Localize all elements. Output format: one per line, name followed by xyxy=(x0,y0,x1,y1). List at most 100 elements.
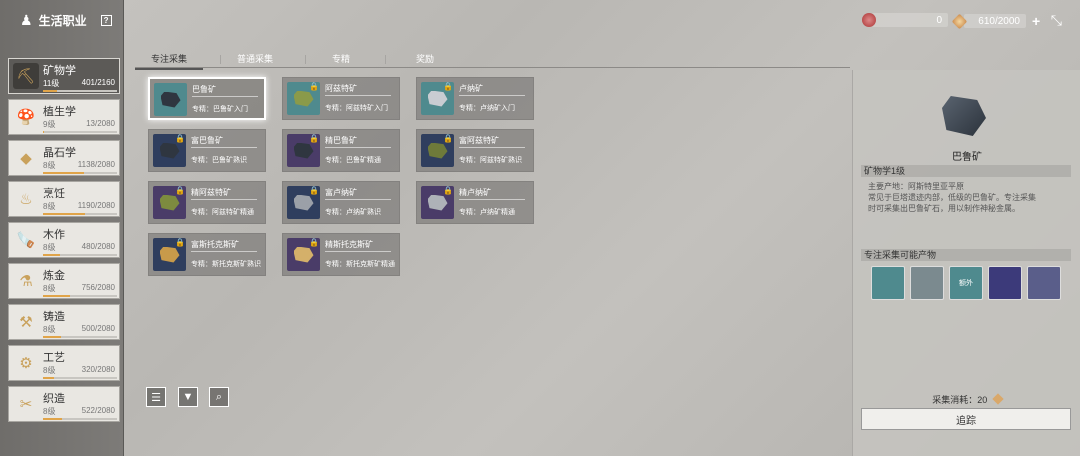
ore-card-desc: 专精：卢纳矿精通 xyxy=(459,209,515,216)
category-name: 织造 xyxy=(43,393,65,405)
filter-icon: ▼ xyxy=(182,391,194,403)
ore-icon xyxy=(427,194,448,211)
category-progress xyxy=(43,336,117,338)
ore-card[interactable]: 🔒 富卢纳矿 专精：卢纳矿熟识 xyxy=(282,181,400,224)
category-progress xyxy=(43,418,117,420)
divider xyxy=(191,251,257,252)
ore-card-desc: 专精：巴鲁矿入门 xyxy=(192,106,248,113)
divider xyxy=(459,95,525,96)
track-button[interactable]: 追踪 xyxy=(861,408,1071,430)
category-exp: 401/2160 xyxy=(81,78,115,87)
ore-card[interactable]: 🔒 富阿兹特矿 专精：阿兹特矿熟识 xyxy=(416,129,534,172)
top-bar: ♟ 生活职业 ? 0 610/2000 + ⤡ xyxy=(0,0,1080,42)
ore-thumb: 🔒 xyxy=(421,82,454,115)
category-info: 晶石学 8级 1138/2080 xyxy=(43,144,117,174)
collapse-icon[interactable]: ⤡ xyxy=(1051,12,1062,29)
divider xyxy=(192,96,258,97)
ore-extra-icon: 额外 xyxy=(959,280,973,287)
filter-button[interactable]: ▼ xyxy=(178,387,198,407)
ore-thumb: 🔒 xyxy=(421,186,454,219)
category-info: 工艺 8级 320/2080 xyxy=(43,349,117,379)
product-slot[interactable] xyxy=(910,266,944,300)
tab-bar: 专注采集 普通采集 专精 奖励 xyxy=(135,52,850,70)
mushroom-icon: 🍄 xyxy=(13,104,39,130)
detail-panel: 巴鲁矿 矿物学1级 主要产地：阿斯特里亚平原 常见于巨塔遗迹内部，低级的巴鲁矿。… xyxy=(852,70,1080,456)
tab-focus-gather[interactable]: 专注采集 xyxy=(135,52,203,70)
search-button[interactable]: ⌕ xyxy=(209,387,229,407)
category-name: 植生学 xyxy=(43,106,76,118)
ore-thumb: 🔒 xyxy=(153,134,186,167)
detail-info-line: 常见于巨塔遗迹内部，低级的巴鲁矿。专注采集 xyxy=(868,193,1036,202)
category-info: 烹饪 8级 1190/2080 xyxy=(43,185,117,215)
category-progress-fill xyxy=(43,295,70,297)
ore-card-name: 富卢纳矿 xyxy=(325,188,357,197)
category-exp: 1190/2080 xyxy=(77,201,115,210)
category-item[interactable]: ◆ 晶石学 8级 1138/2080 xyxy=(8,140,120,176)
lock-icon: 🔒 xyxy=(309,186,319,195)
category-item[interactable]: ✂ 织造 8级 522/2080 xyxy=(8,386,120,422)
add-stamina-button[interactable]: + xyxy=(1032,13,1040,29)
category-level: 9级 xyxy=(43,120,56,129)
category-item[interactable]: ⚒ 铸造 8级 500/2080 xyxy=(8,304,120,340)
divider xyxy=(325,251,391,252)
detail-description: 主要产地：阿斯特里亚平原 常见于巨塔遗迹内部，低级的巴鲁矿。专注采集 时可采集出… xyxy=(868,181,1078,214)
list-view-button[interactable]: ☰ xyxy=(146,387,166,407)
ore-card[interactable]: 🔒 精斯托克斯矿 专精：斯托克斯矿精通 xyxy=(282,233,400,276)
pickaxe-icon: ⛏ xyxy=(13,63,39,89)
ore-card[interactable]: 🔒 富斯托克斯矿 专精：斯托克斯矿熟识 xyxy=(148,233,266,276)
ore-card-name: 精阿兹特矿 xyxy=(191,188,231,197)
ore-icon xyxy=(293,246,314,263)
ore-thumb: 🔒 xyxy=(153,238,186,271)
category-item[interactable]: 🍄 植生学 9级 13/2080 xyxy=(8,99,120,135)
category-progress-fill xyxy=(43,418,62,420)
crystal-icon: ◆ xyxy=(13,145,39,171)
lock-icon: 🔒 xyxy=(443,134,453,143)
category-progress xyxy=(43,295,117,297)
ore-card-name: 阿兹特矿 xyxy=(325,84,357,93)
category-item[interactable]: ⚙ 工艺 8级 320/2080 xyxy=(8,345,120,381)
ore-card-name: 富巴鲁矿 xyxy=(191,136,223,145)
category-level: 8级 xyxy=(43,161,56,170)
category-exp: 1138/2080 xyxy=(77,160,115,169)
category-item[interactable]: 🪚 木作 8级 480/2080 xyxy=(8,222,120,258)
category-exp: 522/2080 xyxy=(81,406,115,415)
product-slot[interactable] xyxy=(1027,266,1061,300)
divider xyxy=(459,199,525,200)
tab-normal-gather[interactable]: 普通采集 xyxy=(221,52,289,68)
ore-thumb: 🔒 xyxy=(421,134,454,167)
ore-card[interactable]: 巴鲁矿 专精：巴鲁矿入门 xyxy=(148,77,266,120)
lock-icon: 🔒 xyxy=(175,186,185,195)
category-item[interactable]: ♨ 烹饪 8级 1190/2080 xyxy=(8,181,120,217)
product-slot[interactable] xyxy=(988,266,1022,300)
tab-mastery[interactable]: 专精 xyxy=(307,52,375,68)
category-item[interactable]: ⚗ 炼金 8级 756/2080 xyxy=(8,263,120,299)
resource-stamina: 610/2000 + xyxy=(951,13,1040,29)
gear-icon: ⚙ xyxy=(13,350,39,376)
ore-card[interactable]: 🔒 精卢纳矿 专精：卢纳矿精通 xyxy=(416,181,534,224)
ore-card[interactable]: 🔒 精阿兹特矿 专精：阿兹特矿精通 xyxy=(148,181,266,224)
product-slot[interactable]: 额外 xyxy=(949,266,983,300)
ore-card[interactable]: 🔒 精巴鲁矿 专精：巴鲁矿精通 xyxy=(282,129,400,172)
energy-icon xyxy=(862,13,876,27)
lock-icon: 🔒 xyxy=(175,238,185,247)
sewing-machine-icon: ✂ xyxy=(13,391,39,417)
category-exp: 500/2080 xyxy=(81,324,115,333)
ore-card[interactable]: 🔒 富巴鲁矿 专精：巴鲁矿熟识 xyxy=(148,129,266,172)
divider xyxy=(459,147,525,148)
lock-icon: 🔒 xyxy=(175,134,185,143)
ore-card[interactable]: 🔒 阿兹特矿 专精：阿兹特矿入门 xyxy=(282,77,400,120)
category-info: 织造 8级 522/2080 xyxy=(43,390,117,420)
cooking-icon: ♨ xyxy=(13,186,39,212)
tab-rewards[interactable]: 奖励 xyxy=(391,52,459,68)
product-slot[interactable] xyxy=(871,266,905,300)
category-exp: 756/2080 xyxy=(81,283,115,292)
category-level: 8级 xyxy=(43,407,56,416)
category-item[interactable]: ⛏ 矿物学 11级 401/2160 xyxy=(8,58,120,94)
divider xyxy=(191,147,257,148)
ore-card[interactable]: 🔒 卢纳矿 专精：卢纳矿入门 xyxy=(416,77,534,120)
ore-card-desc: 专精：阿兹特矿入门 xyxy=(325,105,388,112)
category-progress xyxy=(43,131,117,133)
category-level: 8级 xyxy=(43,243,56,252)
help-button[interactable]: ? xyxy=(100,15,112,26)
ore-card-desc: 专精：卢纳矿入门 xyxy=(459,105,515,112)
